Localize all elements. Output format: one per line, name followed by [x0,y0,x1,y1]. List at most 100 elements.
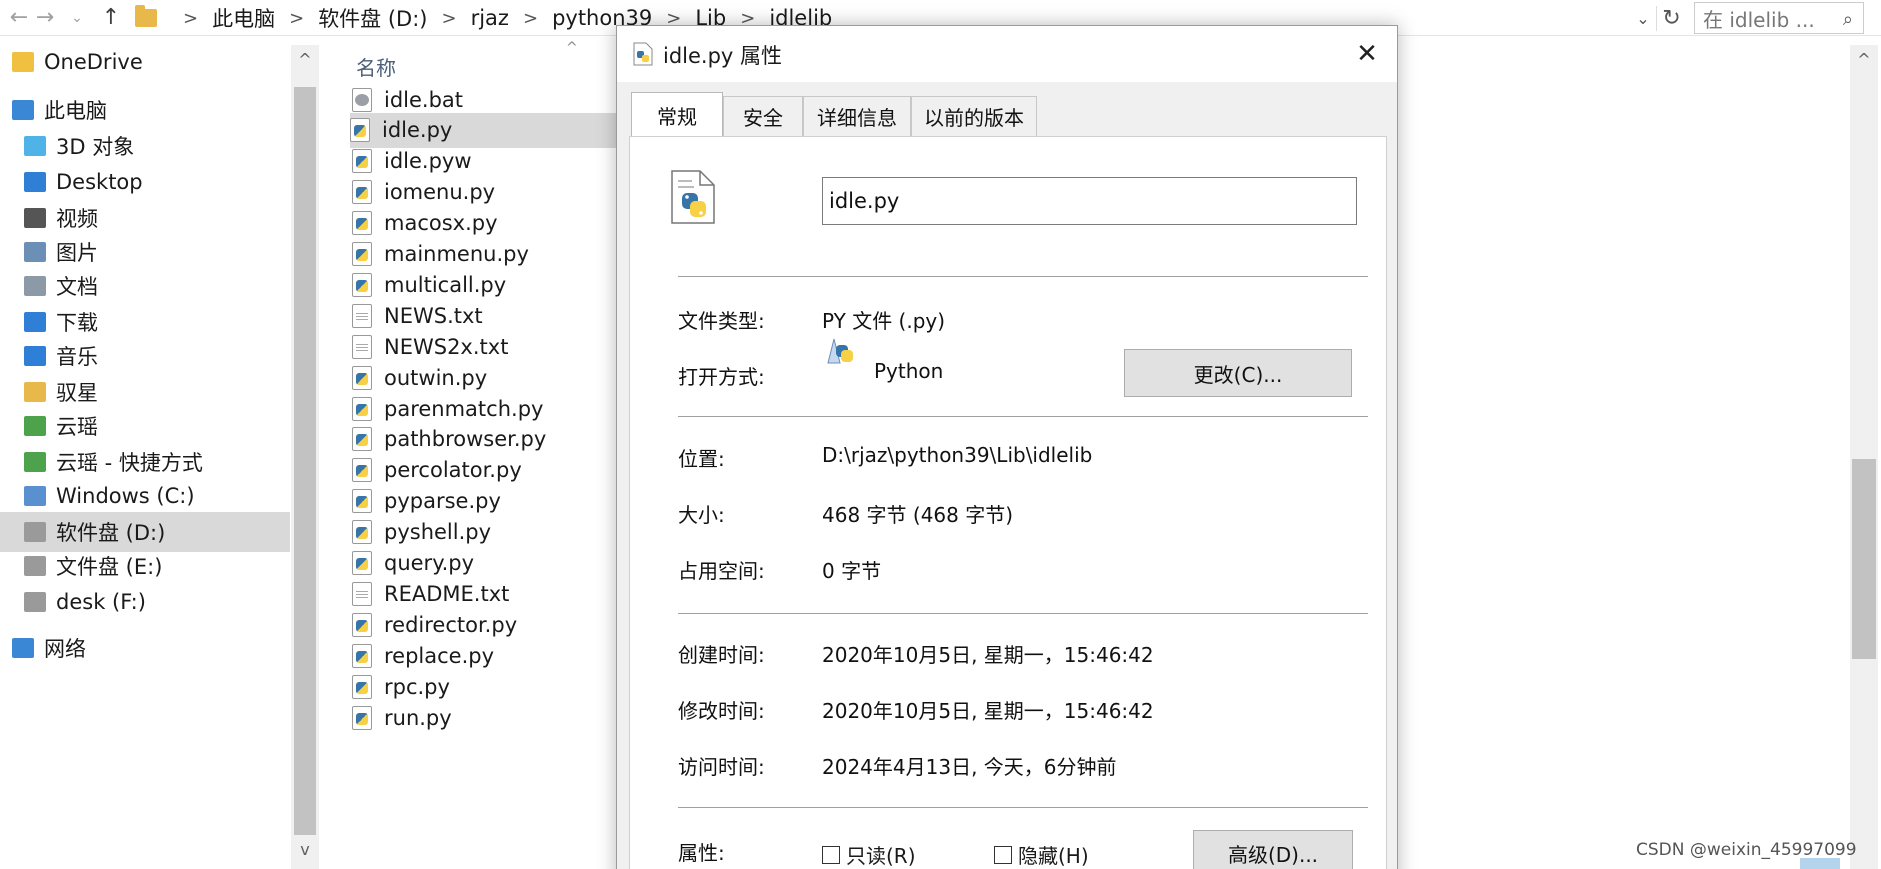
breadcrumb-item[interactable]: rjaz [471,6,509,30]
close-icon[interactable]: ✕ [1347,34,1387,74]
documents-icon [24,276,46,296]
file-row[interactable]: idle.pyw [352,144,632,179]
tab-general[interactable]: 常规 [631,92,723,137]
sidebar-item[interactable]: 文档 [0,266,290,306]
scroll-up-icon[interactable]: ^ [291,45,319,75]
sidebar-item[interactable]: 文件盘 (E:) [0,546,290,586]
forward-arrow-icon[interactable]: → [30,4,60,32]
file-row[interactable]: parenmatch.py [352,391,632,426]
file-row[interactable]: idle.py [350,112,630,148]
python-file-icon [352,242,372,266]
hidden-checkbox[interactable]: 隐藏(H) [994,840,1089,869]
separator [678,416,1368,417]
tab-details[interactable]: 详细信息 [803,96,911,136]
column-header-name[interactable]: 名称 [356,52,396,81]
file-row[interactable]: rpc.py [352,669,632,704]
file-name: idle.py [382,118,453,143]
file-type-label: 文件类型: [678,309,765,333]
created-label: 创建时间: [678,643,765,667]
up-arrow-icon[interactable]: ↑ [96,4,126,32]
location-value: D:\rjaz\python39\Lib\idlelib [822,443,1093,467]
file-row[interactable]: redirector.py [352,607,632,642]
search-icon: ⌕ [1842,9,1853,30]
file-row[interactable]: outwin.py [352,360,632,395]
tab-previous-versions[interactable]: 以前的版本 [911,96,1037,136]
watermark: CSDN @weixin_45997099 [1636,840,1857,860]
checkbox-box[interactable] [994,845,1012,864]
video-icon [24,208,46,228]
sidebar-item[interactable]: OneDrive [0,42,290,82]
sidebar-item-label: 网络 [44,637,86,661]
breadcrumb-item[interactable]: 此电脑 [212,3,275,33]
file-row[interactable]: NEWS.txt [352,298,632,333]
sidebar-item[interactable]: 此电脑 [0,90,290,130]
file-row[interactable]: multicall.py [352,267,632,302]
scrollbar-thumb[interactable] [294,87,316,835]
dialog-title-bar[interactable]: idle.py 属性 ✕ [617,26,1397,82]
scrollbar-thumb[interactable] [1852,459,1876,659]
python-file-icon [352,520,372,545]
breadcrumb-item[interactable]: 软件盘 (D:) [318,3,427,33]
file-row[interactable]: pathbrowser.py [352,422,632,457]
this-pc-icon [12,100,34,120]
file-row[interactable]: run.py [352,700,632,735]
sidebar-item-label: 下载 [56,311,98,335]
file-row[interactable]: pyparse.py [352,484,632,519]
sidebar-item[interactable]: 3D 对象 [0,126,290,166]
search-input[interactable]: 在 idlelib ... ⌕ [1694,2,1864,34]
file-row[interactable]: NEWS2x.txt [352,329,632,364]
scroll-down-icon[interactable]: v [291,835,319,865]
sidebar-item-label: OneDrive [44,50,143,74]
sort-ascending-icon: ^ [566,40,578,56]
file-row[interactable]: iomenu.py [352,175,632,210]
drive-icon [24,522,46,542]
scroll-up-icon[interactable]: ^ [1850,45,1878,75]
sidebar-item[interactable]: 云瑶 [0,406,290,446]
modified-value: 2020年10月5日, 星期一，15:46:42 [822,699,1154,723]
file-row[interactable]: percolator.py [352,453,632,488]
shortcut-icon [24,452,46,472]
download-icon [24,312,46,332]
address-dropdown-icon[interactable]: ⌄ [1630,9,1656,28]
file-row[interactable]: mainmenu.py [352,237,632,272]
readonly-checkbox[interactable]: 只读(R) [822,840,916,869]
file-name: percolator.py [384,458,522,483]
sidebar-item[interactable]: Windows (C:) [0,476,290,516]
drive-icon [24,556,46,576]
refresh-icon[interactable]: ↻ [1656,5,1686,31]
change-button[interactable]: 更改(C)... [1124,349,1352,397]
breadcrumb-separator-icon[interactable]: > [523,8,538,29]
python-file-icon [352,705,372,730]
file-row[interactable]: replace.py [352,638,632,673]
file-row[interactable]: query.py [352,546,632,581]
breadcrumb-separator-icon[interactable]: > [183,8,198,29]
file-name: rpc.py [384,674,450,699]
breadcrumb-separator-icon[interactable]: > [442,8,457,29]
file-name: iomenu.py [384,180,496,205]
python-file-large-icon [671,170,715,224]
breadcrumb-separator-icon[interactable]: > [289,8,304,29]
file-row[interactable]: pyshell.py [352,515,632,550]
file-name: pyshell.py [384,520,492,545]
location-label: 位置: [678,447,725,471]
advanced-button[interactable]: 高级(D)... [1193,830,1353,869]
tab-security[interactable]: 安全 [723,96,803,136]
sidebar-item[interactable]: 音乐 [0,336,290,376]
sidebar-item-label: 云瑶 [56,415,98,439]
sidebar-item[interactable]: 网络 [0,628,290,668]
disk-size-value: 0 字节 [822,559,882,583]
file-name: NEWS.txt [384,303,483,328]
checkbox-box[interactable] [822,845,840,864]
open-with-label: 打开方式: [678,365,765,389]
sidebar-item[interactable]: desk (F:) [0,582,290,622]
file-name-input[interactable] [822,177,1357,225]
navigation-scrollbar[interactable]: ^ v [291,45,319,869]
drive-c-icon [24,486,46,506]
content-scrollbar[interactable]: ^ [1850,45,1878,869]
file-row[interactable]: idle.bat [352,82,632,117]
accessed-label: 访问时间: [678,755,765,779]
sidebar-item[interactable]: Desktop [0,162,290,202]
recent-locations-chevron-icon[interactable]: ⌄ [62,4,92,32]
file-row[interactable]: macosx.py [352,206,632,241]
file-row[interactable]: README.txt [352,576,632,611]
